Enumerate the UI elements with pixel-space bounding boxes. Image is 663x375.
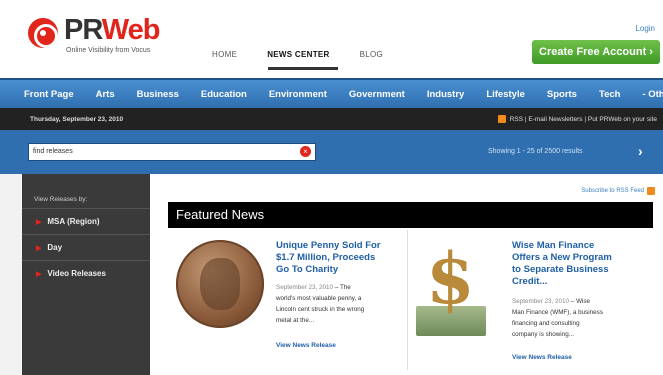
page-gutter — [0, 174, 22, 375]
create-account-button[interactable]: Create Free Account › — [532, 40, 660, 64]
rss-icon — [647, 187, 655, 195]
news-summary: September 23, 2010 – The world's most va… — [276, 284, 365, 324]
active-tab-indicator — [268, 67, 338, 70]
news-card: $ Wise Man Finance Offers a New Program … — [408, 230, 653, 370]
topnav-news-center[interactable]: NEWS CENTER — [267, 50, 329, 59]
search-row: find releases × Showing 1 - 25 of 2500 r… — [0, 130, 663, 174]
datebar-links[interactable]: RSS | E-mail Newsletters | Put PRWeb on … — [510, 116, 657, 123]
news-summary: September 23, 2010 – Wise Man Finance (W… — [512, 298, 603, 338]
category-government[interactable]: Government — [349, 89, 405, 100]
chevron-right-icon: ▶ — [36, 218, 42, 226]
category-environment[interactable]: Environment — [269, 89, 327, 100]
category-front-page[interactable]: Front Page — [24, 89, 74, 100]
subscribe-label: Subscribe to RSS Feed — [581, 188, 644, 194]
main-content: Subscribe to RSS Feed Featured News Uniq… — [150, 174, 663, 375]
chevron-right-icon: ▶ — [36, 244, 42, 252]
login-link[interactable]: Login — [635, 24, 655, 33]
logo-tagline: Online Visibility from Vocus — [66, 47, 151, 54]
prweb-logo[interactable]: PRWeb Online Visibility from Vocus — [28, 14, 161, 54]
category-industry[interactable]: Industry — [427, 89, 464, 100]
view-release-link[interactable]: View News Release — [276, 342, 336, 349]
next-page-icon[interactable]: › — [638, 143, 643, 159]
money-image[interactable]: $ — [416, 244, 488, 336]
featured-news-header: Featured News — [168, 202, 653, 228]
category-business[interactable]: Business — [137, 89, 179, 100]
news-card: Unique Penny Sold For $1.7 Million, Proc… — [168, 230, 408, 370]
view-release-link[interactable]: View News Release — [512, 354, 572, 361]
topnav-blog[interactable]: BLOG — [360, 50, 383, 59]
top-navigation: HOME NEWS CENTER BLOG — [212, 50, 383, 70]
sidebar: View Releases by: ▶ MSA (Region) ▶ Day ▶… — [22, 174, 150, 375]
prweb-logo-icon — [28, 18, 58, 48]
sidebar-item-label: Day — [47, 243, 63, 252]
sidebar-item-label: MSA (Region) — [47, 217, 100, 226]
sidebar-title: View Releases by: — [34, 196, 88, 203]
logo-pr: PR — [64, 14, 103, 46]
topnav-home[interactable]: HOME — [212, 50, 237, 59]
category-bar: Front Page Arts Business Education Envir… — [0, 78, 663, 108]
category-education[interactable]: Education — [201, 89, 247, 100]
category-tech[interactable]: Tech — [599, 89, 620, 100]
news-title[interactable]: Unique Penny Sold For $1.7 Million, Proc… — [276, 240, 381, 276]
news-title[interactable]: Wise Man Finance Offers a New Program to… — [512, 240, 612, 288]
site-header: PRWeb Online Visibility from Vocus HOME … — [0, 0, 663, 78]
category-other[interactable]: - Oth — [642, 89, 663, 100]
penny-image[interactable] — [176, 240, 264, 328]
category-lifestyle[interactable]: Lifestyle — [486, 89, 525, 100]
search-input[interactable]: find releases — [28, 143, 316, 161]
rss-icon[interactable] — [497, 115, 506, 123]
sidebar-item-day[interactable]: ▶ Day — [22, 234, 150, 260]
logo-web: Web — [101, 14, 161, 46]
chevron-right-icon: ▶ — [36, 270, 42, 278]
subscribe-rss-link[interactable]: Subscribe to RSS Feed — [581, 187, 655, 195]
category-arts[interactable]: Arts — [96, 89, 115, 100]
sidebar-item-label: Video Releases — [47, 269, 106, 278]
current-date: Thursday, September 23, 2010 — [30, 115, 124, 123]
category-sports[interactable]: Sports — [547, 89, 577, 100]
sidebar-item-video[interactable]: ▶ Video Releases — [22, 260, 150, 286]
date-bar: Thursday, September 23, 2010 RSS | E-mai… — [0, 108, 663, 130]
clear-search-icon[interactable]: × — [300, 146, 311, 157]
sidebar-item-msa[interactable]: ▶ MSA (Region) — [22, 208, 150, 234]
results-count: Showing 1 - 25 of 2500 results — [488, 148, 583, 155]
